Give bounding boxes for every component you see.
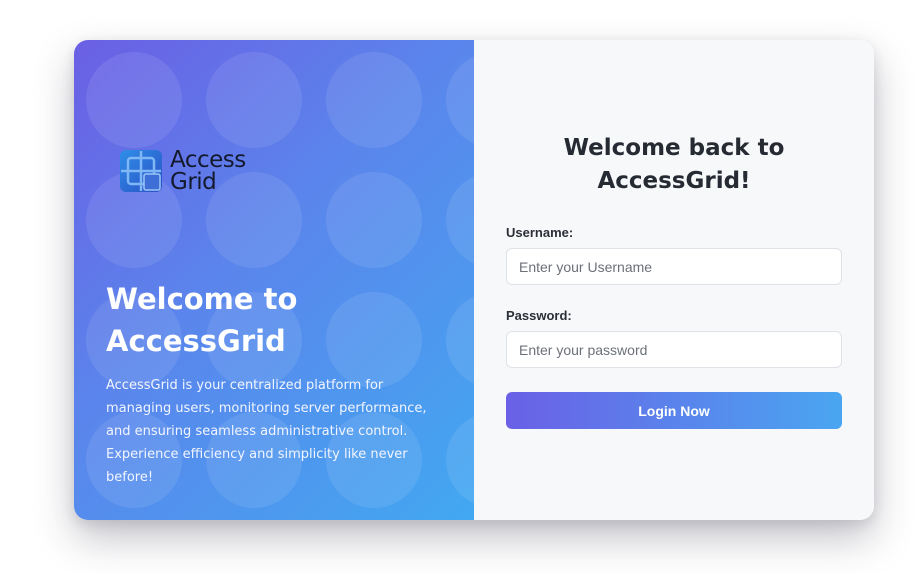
brand-wordmark-line2: Grid xyxy=(170,169,217,195)
welcome-panel: Access Grid Welcome to AccessGrid Access… xyxy=(74,40,474,520)
decorative-circle xyxy=(446,172,474,268)
username-label: Username: xyxy=(506,225,574,240)
decorative-circle xyxy=(206,52,302,148)
decorative-circle xyxy=(326,172,422,268)
decorative-circle xyxy=(86,52,182,148)
grid-logo-icon xyxy=(120,150,162,192)
login-card: Access Grid Welcome to AccessGrid Access… xyxy=(74,40,874,520)
decorative-circle xyxy=(446,52,474,148)
hero-description: AccessGrid is your centralized platform … xyxy=(106,378,427,485)
brand-wordmark: Access Grid xyxy=(170,147,246,195)
login-button[interactable]: Login Now xyxy=(506,392,842,429)
password-label: Password: xyxy=(506,308,572,323)
login-panel: Welcome back to AccessGrid! Username: Pa… xyxy=(474,40,874,520)
username-input[interactable] xyxy=(506,248,842,285)
password-input[interactable] xyxy=(506,331,842,368)
brand-wordmark-line1: Access xyxy=(170,147,246,173)
decorative-circle xyxy=(326,52,422,148)
hero-title: Welcome to AccessGrid xyxy=(106,282,298,358)
brand-logo: Access Grid xyxy=(118,148,246,194)
form-title: Welcome back to AccessGrid! xyxy=(563,135,785,194)
